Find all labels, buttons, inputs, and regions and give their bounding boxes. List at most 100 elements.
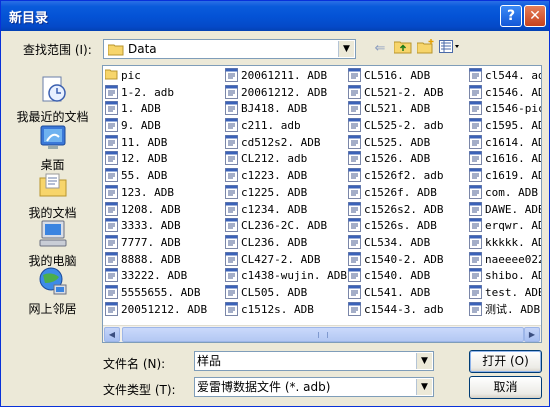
- file-item[interactable]: CL236-2C. ADB: [225, 218, 347, 235]
- title-bar[interactable]: 新目录 ? ✕: [1, 1, 549, 31]
- file-item[interactable]: c1595. ADB: [469, 118, 541, 135]
- file-item[interactable]: c1526f2. adb: [348, 168, 443, 185]
- file-name: 11. ADB: [121, 135, 168, 149]
- file-item[interactable]: BJ418. ADB: [225, 101, 347, 118]
- file-item[interactable]: kkkkk. ADB: [469, 234, 541, 252]
- file-item[interactable]: c1438-wujin. ADB: [225, 268, 347, 285]
- chevron-down-icon[interactable]: ▼: [416, 379, 432, 395]
- place-my-documents[interactable]: 我的文档: [9, 169, 96, 221]
- file-item[interactable]: 20061212. ADB: [225, 84, 347, 102]
- file-item[interactable]: CL521-2. ADB: [348, 84, 443, 102]
- scroll-right-button[interactable]: ▶: [524, 327, 540, 342]
- file-name: 20061211. ADB: [241, 69, 328, 82]
- help-button[interactable]: ?: [500, 5, 522, 27]
- file-name: 1208. ADB: [121, 202, 181, 216]
- file-name: c1526s. ADB: [364, 219, 437, 233]
- file-item[interactable]: c1544-3. adb: [348, 301, 443, 319]
- look-in-dropdown[interactable]: Data ▼: [103, 39, 356, 59]
- file-item[interactable]: c1526s. ADB: [348, 218, 443, 235]
- file-item[interactable]: CL534. ADB: [348, 234, 443, 252]
- file-item[interactable]: CL427-2. ADB: [225, 251, 347, 269]
- file-item[interactable]: c1526. ADB: [348, 151, 443, 168]
- adb-file-icon: [105, 251, 118, 266]
- file-item[interactable]: c1526f. ADB: [348, 184, 443, 202]
- file-item[interactable]: 1-2. adb: [105, 84, 207, 102]
- file-item[interactable]: CL505. ADB: [225, 284, 347, 302]
- file-item[interactable]: c1512s. ADB: [225, 301, 347, 319]
- file-item[interactable]: c1619. ADB: [469, 168, 541, 185]
- file-item[interactable]: CL236. ADB: [225, 234, 347, 252]
- file-item[interactable]: c1546. ADB: [469, 84, 541, 102]
- file-item[interactable]: 8888. ADB: [105, 251, 207, 269]
- file-item[interactable]: 12. ADB: [105, 151, 207, 168]
- file-item[interactable]: c1223. ADB: [225, 168, 347, 185]
- new-folder-icon[interactable]: [416, 39, 436, 59]
- file-item[interactable]: naeeee0226: [469, 251, 541, 269]
- file-item[interactable]: 123. ADB: [105, 184, 207, 202]
- adb-file-icon: [348, 218, 361, 233]
- file-item[interactable]: 1208. ADB: [105, 201, 207, 219]
- chevron-down-icon[interactable]: ▼: [416, 353, 432, 369]
- file-item[interactable]: test. ADB: [469, 284, 541, 302]
- scrollbar-thumb[interactable]: [122, 327, 524, 342]
- file-name: 20061212. ADB: [241, 85, 328, 99]
- file-item[interactable]: DAWE. ADB: [469, 201, 541, 219]
- views-menu-icon[interactable]: [439, 39, 463, 59]
- adb-file-icon: [225, 84, 238, 99]
- file-item[interactable]: CL521. ADB: [348, 101, 443, 118]
- place-desktop[interactable]: 桌面: [9, 121, 96, 173]
- file-item[interactable]: 1. ADB: [105, 101, 207, 118]
- file-name: erqwr. ADB: [485, 219, 541, 233]
- file-item[interactable]: c1225. ADB: [225, 184, 347, 202]
- file-item[interactable]: cl544. adb: [469, 68, 541, 85]
- file-item[interactable]: shibo. ADB: [469, 268, 541, 285]
- file-item[interactable]: CL541. ADB: [348, 284, 443, 302]
- scroll-left-button[interactable]: ◀: [104, 327, 120, 342]
- file-item[interactable]: 20061211. ADB: [225, 68, 347, 85]
- close-button[interactable]: ✕: [524, 5, 546, 27]
- file-item[interactable]: CL212. adb: [225, 151, 347, 168]
- file-item[interactable]: c1234. ADB: [225, 201, 347, 219]
- file-name-field[interactable]: 样品 ▼: [194, 351, 434, 371]
- file-item[interactable]: 测试. ADB: [469, 301, 541, 319]
- file-item[interactable]: erqwr. ADB: [469, 218, 541, 235]
- file-item[interactable]: 7777. ADB: [105, 234, 207, 252]
- file-item[interactable]: CL516. ADB: [348, 68, 443, 85]
- file-item[interactable]: 11. ADB: [105, 134, 207, 152]
- file-item[interactable]: c1540. ADB: [348, 268, 443, 285]
- horizontal-scrollbar[interactable]: ◀ ▶: [103, 325, 541, 342]
- place-my-computer[interactable]: 我的电脑: [9, 217, 96, 269]
- file-name: 9. ADB: [121, 119, 161, 133]
- file-item[interactable]: 3333. ADB: [105, 218, 207, 235]
- file-item[interactable]: 33222. ADB: [105, 268, 207, 285]
- place-recent-documents[interactable]: 我最近的文档: [9, 73, 96, 125]
- file-item[interactable]: pic: [104, 68, 207, 85]
- file-type-select[interactable]: 爱雷博数据文件 (*. adb) ▼: [194, 377, 434, 397]
- chevron-down-icon[interactable]: ▼: [338, 41, 354, 57]
- file-item[interactable]: c1616. ADB: [469, 151, 541, 168]
- file-item[interactable]: CL525-2. adb: [348, 118, 443, 135]
- back-icon[interactable]: ⇐: [371, 39, 389, 59]
- adb-file-icon: [469, 68, 482, 82]
- file-item[interactable]: c211. adb: [225, 118, 347, 135]
- file-list[interactable]: pic 1-2. adb 1. ADB 9. ADB 11. ADB 12. ADB 55.…: [102, 65, 542, 343]
- file-item[interactable]: c1546-pic.: [469, 101, 541, 118]
- file-item[interactable]: c1614. ADB: [469, 134, 541, 152]
- file-item[interactable]: c1526s2. ADB: [348, 201, 443, 219]
- up-folder-icon[interactable]: [393, 39, 413, 59]
- file-name: 8888. ADB: [121, 252, 181, 266]
- adb-file-icon: [105, 268, 118, 283]
- file-item[interactable]: 20051212. ADB: [105, 301, 207, 319]
- file-item[interactable]: CL525. ADB: [348, 134, 443, 152]
- file-item[interactable]: 5555655. ADB: [105, 284, 207, 302]
- cancel-button[interactable]: 取消: [469, 376, 542, 399]
- open-button[interactable]: 打开 (O): [469, 350, 542, 373]
- adb-file-icon: [225, 151, 238, 166]
- place-network-places[interactable]: 网上邻居: [9, 265, 96, 317]
- file-item[interactable]: 55. ADB: [105, 168, 207, 185]
- file-item[interactable]: 9. ADB: [105, 118, 207, 135]
- adb-file-icon: [469, 218, 482, 233]
- file-item[interactable]: com. ADB: [469, 184, 541, 202]
- file-item[interactable]: c1540-2. ADB: [348, 251, 443, 269]
- file-item[interactable]: cd512s2. ADB: [225, 134, 347, 152]
